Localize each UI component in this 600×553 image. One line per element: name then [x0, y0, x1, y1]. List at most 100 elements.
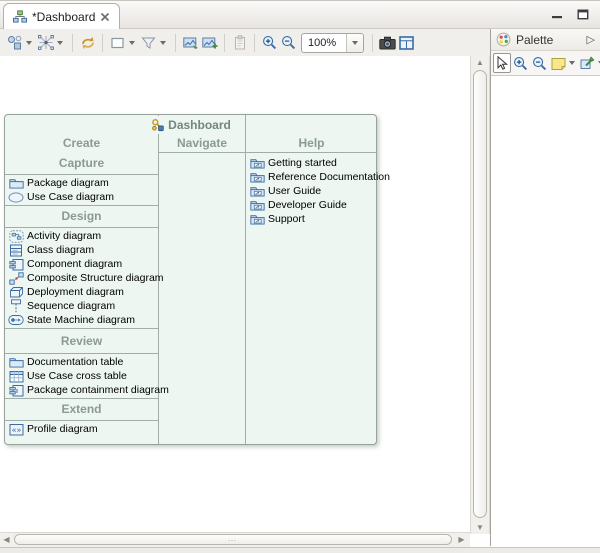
- scroll-down-icon[interactable]: ▼: [471, 521, 489, 534]
- editor-tab-bar: *Dashboard: [0, 1, 600, 29]
- vertical-scrollbar[interactable]: ▲ ▼: [470, 56, 490, 534]
- help-item-reference-documentation[interactable]: Reference Documentation: [246, 170, 377, 184]
- section-divider: [5, 398, 158, 399]
- scroll-left-icon[interactable]: ◀: [0, 533, 13, 547]
- dashboard-title: Dashboard: [145, 116, 236, 134]
- add-image-button[interactable]: [200, 32, 219, 53]
- capture-section-header: Capture: [5, 154, 158, 173]
- help-item-developer-guide[interactable]: Developer Guide: [246, 198, 377, 212]
- section-divider: [5, 205, 158, 206]
- design-section-header: Design: [5, 207, 158, 226]
- create-item-package-containment-diagram[interactable]: Package containment diagram: [5, 383, 158, 397]
- palette-zoom-in-tool[interactable]: [511, 53, 530, 73]
- deployment-diagram-icon: [8, 285, 24, 299]
- toolbar-separator: [254, 34, 255, 52]
- diagram-canvas[interactable]: Dashboard Create Capture Package diagram…: [0, 56, 470, 532]
- dropdown-arrow-icon[interactable]: [569, 61, 575, 65]
- create-item-profile-diagram[interactable]: «» Profile diagram: [5, 422, 158, 436]
- diagram-toolbar: 100%: [0, 29, 490, 56]
- create-item-state-machine-diagram[interactable]: State Machine diagram: [5, 313, 158, 327]
- review-section-header: Review: [5, 330, 158, 352]
- activity-diagram-icon: [8, 229, 24, 243]
- tab-dashboard[interactable]: *Dashboard: [3, 3, 120, 29]
- scroll-grip: ⋯: [228, 537, 239, 543]
- tab-close-icon[interactable]: [100, 12, 110, 22]
- vertical-scroll-thumb[interactable]: [473, 70, 487, 518]
- sequence-diagram-icon: [8, 299, 24, 313]
- dashboard-tab-icon: [13, 10, 27, 23]
- section-divider: [5, 227, 158, 228]
- help-item-support[interactable]: Support: [246, 212, 377, 226]
- create-item-component-diagram[interactable]: Component diagram: [5, 257, 158, 271]
- scroll-right-icon[interactable]: ▶: [455, 533, 468, 547]
- dropdown-arrow-icon[interactable]: [57, 41, 63, 45]
- diagram-overview-button[interactable]: [397, 32, 416, 53]
- pin-tool[interactable]: [578, 53, 597, 73]
- palette-header[interactable]: Palette ▷: [491, 29, 600, 51]
- scroll-up-icon[interactable]: ▲: [471, 56, 489, 69]
- synchronize-button[interactable]: [78, 32, 97, 53]
- create-header: Create: [5, 134, 158, 154]
- palette-icon: [496, 32, 511, 47]
- create-item-deployment-diagram[interactable]: Deployment diagram: [5, 285, 158, 299]
- palette-title: Palette: [516, 33, 582, 47]
- cross-table-icon: [8, 369, 24, 383]
- help-header: Help: [246, 134, 377, 153]
- palette-collapse-icon[interactable]: ▷: [587, 33, 595, 46]
- tab-label: *Dashboard: [32, 10, 95, 24]
- toolbar-separator: [175, 34, 176, 52]
- help-folder-icon: [249, 184, 265, 198]
- section-divider: [5, 328, 158, 329]
- palette-zoom-out-tool[interactable]: [530, 53, 549, 73]
- arrange-button[interactable]: [5, 32, 24, 53]
- composite-structure-diagram-icon: [8, 271, 24, 285]
- create-item-package-diagram[interactable]: Package diagram: [5, 176, 158, 190]
- snapshot-button[interactable]: [378, 32, 397, 53]
- help-list: Getting started Reference Documentation …: [246, 153, 377, 226]
- zoom-out-button[interactable]: [279, 32, 298, 53]
- create-item-use-case-cross-table[interactable]: Use Case cross table: [5, 369, 158, 383]
- horizontal-scrollbar[interactable]: ◀ ⋯ ▶: [0, 532, 470, 547]
- help-item-user-guide[interactable]: User Guide: [246, 184, 377, 198]
- zoom-level-value: 100%: [302, 37, 346, 49]
- section-divider: [5, 420, 158, 421]
- zoom-level-combo[interactable]: 100%: [301, 33, 364, 53]
- shape-button[interactable]: [108, 32, 127, 53]
- dashboard-icon: [150, 118, 164, 132]
- svg-text:«»: «»: [11, 425, 21, 434]
- profile-diagram-icon: «»: [8, 422, 24, 436]
- toolbar-separator: [102, 34, 103, 52]
- note-tool[interactable]: [549, 53, 568, 73]
- create-item-sequence-diagram[interactable]: Sequence diagram: [5, 299, 158, 313]
- create-item-activity-diagram[interactable]: Activity diagram: [5, 229, 158, 243]
- section-divider: [5, 174, 158, 175]
- create-item-use-case-diagram[interactable]: Use Case diagram: [5, 190, 158, 204]
- select-connections-button[interactable]: [36, 32, 55, 53]
- filter-button[interactable]: [139, 32, 158, 53]
- use-case-diagram-icon: [8, 190, 24, 204]
- minimize-button[interactable]: [550, 8, 564, 21]
- dropdown-arrow-icon[interactable]: [26, 41, 32, 45]
- select-tool[interactable]: [493, 53, 511, 73]
- zoom-combo-arrow[interactable]: [346, 34, 363, 52]
- help-folder-icon: [249, 198, 265, 212]
- create-item-composite-structure-diagram[interactable]: Composite Structure diagram: [5, 271, 158, 285]
- maximize-button[interactable]: [576, 8, 590, 21]
- help-item-getting-started[interactable]: Getting started: [246, 156, 377, 170]
- dropdown-arrow-icon[interactable]: [129, 41, 135, 45]
- create-item-class-diagram[interactable]: Class diagram: [5, 243, 158, 257]
- palette-panel: Palette ▷: [490, 29, 600, 546]
- navigate-header: Navigate: [159, 134, 245, 153]
- dropdown-arrow-icon[interactable]: [160, 41, 166, 45]
- section-divider: [5, 353, 158, 354]
- help-column: Help Getting started Reference Documenta…: [246, 134, 377, 226]
- dropdown-arrow-icon: [352, 41, 358, 45]
- dashboard-panel: Dashboard Create Capture Package diagram…: [4, 114, 377, 445]
- horizontal-scroll-thumb[interactable]: ⋯: [14, 534, 452, 545]
- create-item-documentation-table[interactable]: Documentation table: [5, 355, 158, 369]
- help-folder-icon: [249, 212, 265, 226]
- export-image-button[interactable]: [181, 32, 200, 53]
- window-controls: [550, 8, 590, 21]
- containment-diagram-icon: [8, 383, 24, 397]
- zoom-in-button[interactable]: [260, 32, 279, 53]
